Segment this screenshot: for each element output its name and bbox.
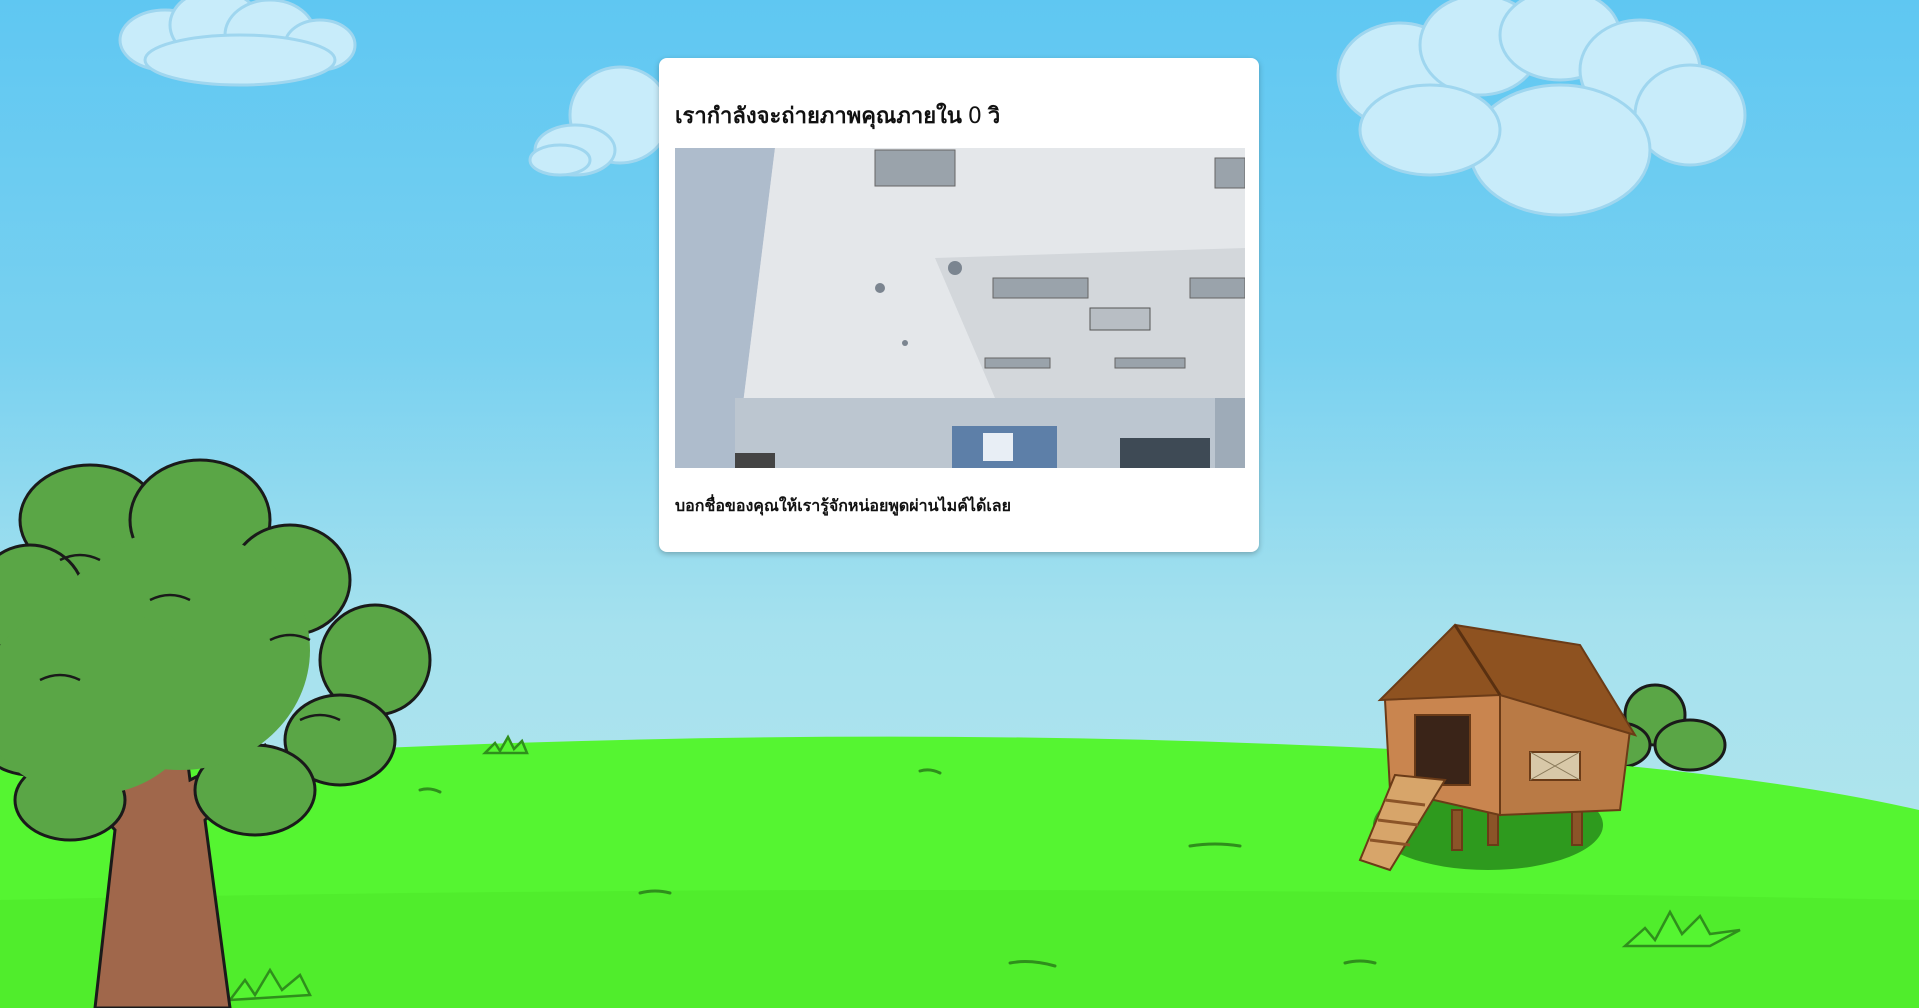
photo-countdown-dialog: เรากำลังจะถ่ายภาพคุณภายใน 0 วิ บอกชื่อขอ… xyxy=(659,58,1259,552)
countdown-seconds: 0 xyxy=(967,104,982,129)
camera-feed-image xyxy=(675,148,1245,468)
game-scene: เรากำลังจะถ่ายภาพคุณภายใน 0 วิ บอกชื่อขอ… xyxy=(0,0,1919,1008)
cloud-behind-modal xyxy=(528,65,672,177)
cloud-top-left xyxy=(118,0,357,87)
countdown-unit: วิ xyxy=(987,104,1001,129)
countdown-title-text: เรากำลังจะถ่ายภาพคุณภายใน xyxy=(675,104,962,129)
countdown-title: เรากำลังจะถ่ายภาพคุณภายใน 0 วิ xyxy=(675,98,1000,133)
camera-preview xyxy=(675,148,1245,468)
cloud-top-right xyxy=(1336,0,1747,217)
microphone-hint: บอกชื่อของคุณให้เรารู้จักหน่อยพูดผ่านไมค… xyxy=(675,496,1011,515)
